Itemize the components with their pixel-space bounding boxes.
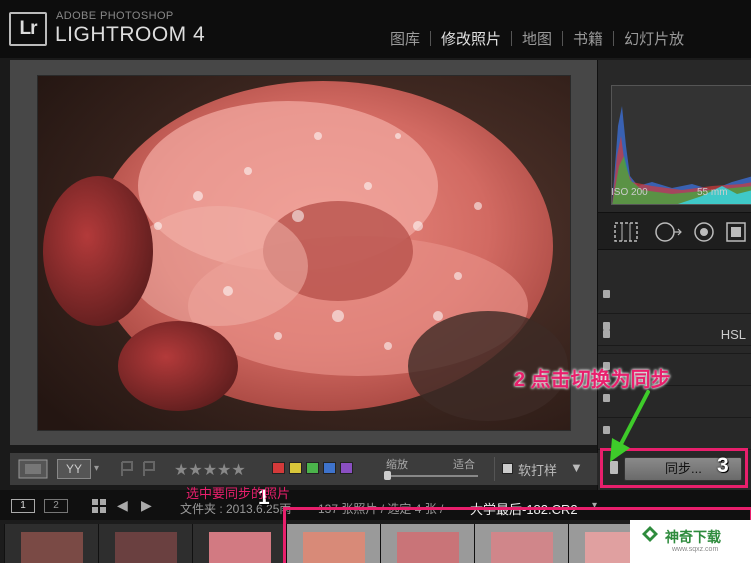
before-after-dropdown-icon[interactable]: ▾ [94,463,99,474]
filmstrip-folder-info[interactable]: 文件夹 : 2013.6.25雨 [180,500,291,517]
watermark-logo-icon [642,526,658,542]
thumbnail-image [209,532,271,563]
loupe-view-icon[interactable] [18,459,48,479]
module-map[interactable]: 地图 [512,28,562,49]
red-eye-icon[interactable] [692,220,716,244]
rose-photo-illustration [38,76,570,430]
color-label-group [272,462,353,474]
toolbar-divider [494,457,495,481]
soft-proof-label: 软打样 [518,463,558,478]
main-image-area [10,60,597,445]
flag-icons[interactable] [118,460,158,478]
module-slideshow[interactable]: 幻灯片放 [614,28,694,49]
thumbnail-image [115,532,177,563]
zoom-slider[interactable] [386,475,478,477]
main-photo[interactable] [38,76,570,430]
panel-toggle-switch[interactable] [603,330,610,338]
filmstrip-thumbnail[interactable] [4,524,98,563]
tool-strip [598,212,751,250]
watermark-url: www.sqxz.com [672,546,719,553]
brand-lightroom-label: LIGHTROOM 4 [55,23,206,46]
histogram-iso: ISO 200 [611,187,648,198]
star-rating[interactable]: ★★★★★ [174,460,246,480]
toolbar-menu-icon[interactable]: ▼ [570,460,583,475]
color-label-green[interactable] [306,462,319,474]
annotation-arrow [610,390,650,462]
before-after-button[interactable]: YY [57,459,91,479]
grid-view-icon[interactable] [92,499,106,513]
panel-toggle-switch[interactable] [603,290,610,298]
crop-overlay-icon[interactable] [612,220,640,244]
color-label-blue[interactable] [323,462,336,474]
module-picker: 图库 修改照片 地图 书籍 幻灯片放 [380,28,694,49]
annotation-number-3: 3 [717,454,729,477]
screen-1-button[interactable]: 1 [11,499,35,513]
soft-proof-checkbox[interactable] [502,463,513,474]
filmstrip-thumbnail[interactable] [192,524,286,563]
screen-2-button[interactable]: 2 [44,499,68,513]
panel-label-hsl: HSL [720,327,746,342]
annotation-step-2: 2 点击切换为同步 [514,369,671,391]
color-label-red[interactable] [272,462,285,474]
module-develop[interactable]: 修改照片 [431,28,511,49]
top-bar: Lr ADOBE PHOTOSHOP LIGHTROOM 4 图库 修改照片 地… [0,0,751,58]
brand-adobe-label: ADOBE PHOTOSHOP [56,10,174,22]
histogram-focal-length: 55 mm [697,187,728,198]
annotation-caption: 选中要同步的照片 [186,486,291,501]
color-label-yellow[interactable] [289,462,302,474]
nav-forward-icon[interactable]: ▶ [141,497,152,514]
color-label-purple[interactable] [340,462,353,474]
filmstrip-thumbnail[interactable] [98,524,192,563]
thumbnail-image [21,532,83,563]
fit-label: 适合 [453,459,475,471]
zoom-label: 缩放 [386,459,408,471]
module-book[interactable]: 书籍 [563,28,613,49]
spot-removal-icon[interactable] [652,220,684,244]
graduated-filter-icon[interactable] [724,220,748,244]
bottom-toolbar: YY ▾ ★★★★★ 缩放 适合 软打样 ▼ [10,453,597,485]
nav-back-icon[interactable]: ◀ [117,497,128,514]
watermark-text: 神奇下载 [665,529,721,545]
zoom-slider-handle[interactable] [384,471,391,480]
lightroom-logo: Lr [9,12,47,46]
module-library[interactable]: 图库 [380,28,430,49]
